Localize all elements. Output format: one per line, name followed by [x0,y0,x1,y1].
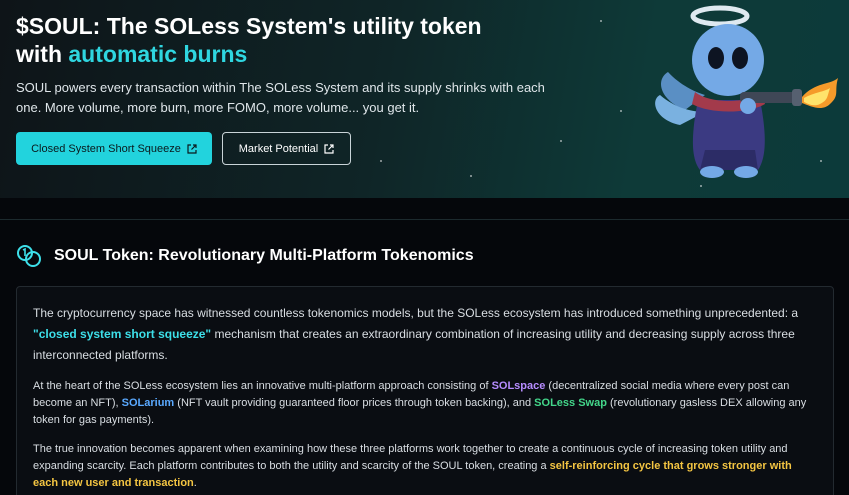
hero-description: SOUL powers every transaction within The… [16,80,545,115]
hero-title: $SOUL: The SOLess System's utility token… [16,12,576,68]
highlight-closed-system: "closed system short squeeze" [33,327,212,341]
highlight-solarium: SOLarium [121,397,175,409]
paragraph-text: At the heart of the SOLess ecosystem lie… [33,380,492,392]
highlight-solspace: SOLspace [491,380,546,392]
section-divider [0,219,849,220]
button-label: Closed System Short Squeeze [31,142,181,155]
closed-system-short-squeeze-button[interactable]: Closed System Short Squeeze [16,132,212,165]
hero-title-accent: automatic burns [68,41,248,67]
article-paragraph-1: The cryptocurrency space has witnessed c… [33,303,817,366]
page: $SOUL: The SOLess System's utility token… [0,0,849,495]
article-paragraph-2: At the heart of the SOLess ecosystem lie… [33,378,817,429]
hero-banner: $SOUL: The SOLess System's utility token… [0,0,849,198]
hero-title-prefix: with [16,41,69,67]
article-paragraph-3: The true innovation becomes apparent whe… [33,441,817,492]
paragraph-text: (NFT vault providing guaranteed floor pr… [174,397,535,409]
market-potential-button[interactable]: Market Potential [222,132,351,165]
coins-icon [17,245,41,267]
external-link-icon [187,143,197,154]
article-card: The cryptocurrency space has witnessed c… [16,286,834,495]
angel-mascot-image [655,5,838,178]
highlight-soless-swap: SOLess Swap [534,397,607,409]
section-header: SOUL Token: Revolutionary Multi-Platform… [16,240,474,272]
paragraph-text: . [193,477,197,489]
section-title: SOUL Token: Revolutionary Multi-Platform… [54,247,474,264]
paragraph-text: The cryptocurrency space has witnessed c… [33,306,799,320]
button-label: Market Potential [238,142,319,155]
hero-title-main: $SOUL: The SOLess System's utility token [16,13,482,39]
external-link-icon [324,143,334,154]
